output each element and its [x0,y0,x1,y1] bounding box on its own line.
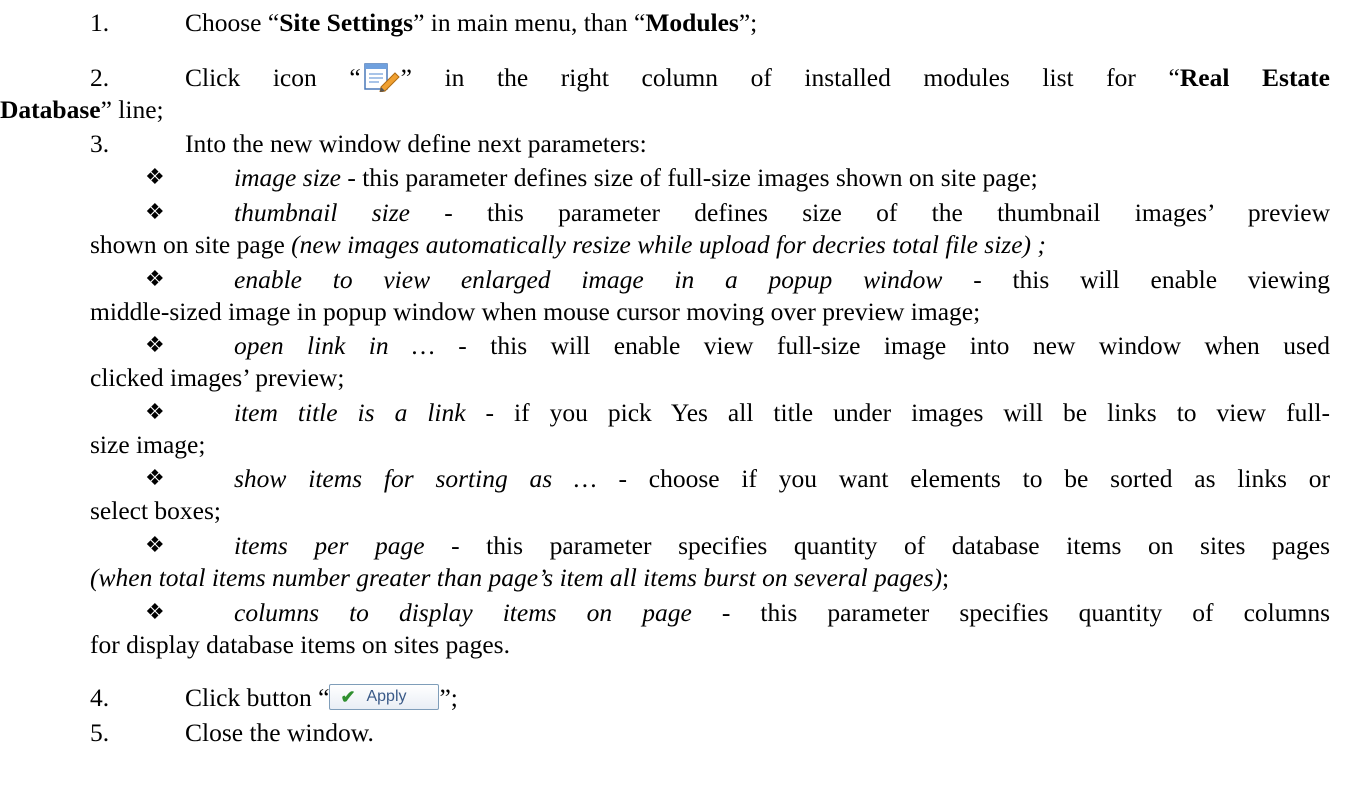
bullet-icon: ❖ [145,333,165,358]
step-number: 5. [90,718,110,747]
checkmark-icon: ✔ [340,687,356,707]
param-open-link-cont: clicked images’ preview; [90,363,345,392]
apply-button: ✔ Apply [329,684,440,710]
param-name: image size [234,163,341,192]
step-number: 3. [90,129,110,158]
bullet-icon: ❖ [145,165,165,190]
bullet-icon: ❖ [145,600,165,625]
param-name: items per page [234,531,425,560]
bullet-icon: ❖ [145,400,165,425]
param-open-link: open link in … - this will enable view f… [234,331,1330,360]
param-columns-display-cont: for display database items on sites page… [90,630,510,659]
step-1: 1. Choose “Site Settings” in main menu, t… [90,8,758,37]
param-item-title-link-cont: size image; [90,430,206,459]
param-columns-display: columns to display items on page - this … [234,598,1330,627]
param-thumbnail-size: thumbnail size - this parameter defines … [234,198,1330,227]
param-item-title-link: item title is a link - if you pick Yes a… [234,398,1330,427]
param-items-per-page-cont: (when total items number greater than pa… [90,563,950,592]
step-2: 2. Click icon “ ” in the right column of … [90,62,1330,93]
bullet-icon: ❖ [145,200,165,225]
bullet-icon: ❖ [145,466,165,491]
step-number: 1. [90,8,110,37]
step-number: 4. [90,683,110,712]
bullet-icon: ❖ [145,533,165,558]
param-enable-popup-cont: middle-sized image in popup window when … [90,297,981,326]
param-name: item title is a link [234,398,466,427]
instructions-document: 1. Choose “Site Settings” in main menu, t… [0,0,1347,810]
menu-site-settings: Site Settings [279,8,414,37]
param-thumbnail-size-cont: shown on site page (new images automatic… [90,230,1046,259]
step-5: 5. Close the window. [90,718,374,747]
param-image-size: image size - this parameter defines size… [234,163,1038,192]
edit-icon [361,62,401,93]
param-items-per-page: items per page - this parameter specifie… [234,531,1330,560]
param-name: show items for sorting as … [234,464,597,493]
step-number: 2. [90,63,110,92]
param-name: thumbnail size [234,198,410,227]
bullet-icon: ❖ [145,267,165,292]
param-show-items-sorting-cont: select boxes; [90,496,221,525]
step-4: 4. Click button “✔ Apply”; [90,683,458,712]
param-enable-popup: enable to view enlarged image in a popup… [234,265,1330,294]
step-3: 3. Into the new window define next parame… [90,129,647,158]
step-2-continued: Database” line; [0,95,164,124]
param-name: columns to display items on page [234,598,692,627]
param-show-items-sorting: show items for sorting as … - choose if … [234,464,1330,493]
param-name: enable to view enlarged image in a popup… [234,265,943,294]
param-name: open link in … [234,331,435,360]
menu-modules: Modules [645,8,739,37]
